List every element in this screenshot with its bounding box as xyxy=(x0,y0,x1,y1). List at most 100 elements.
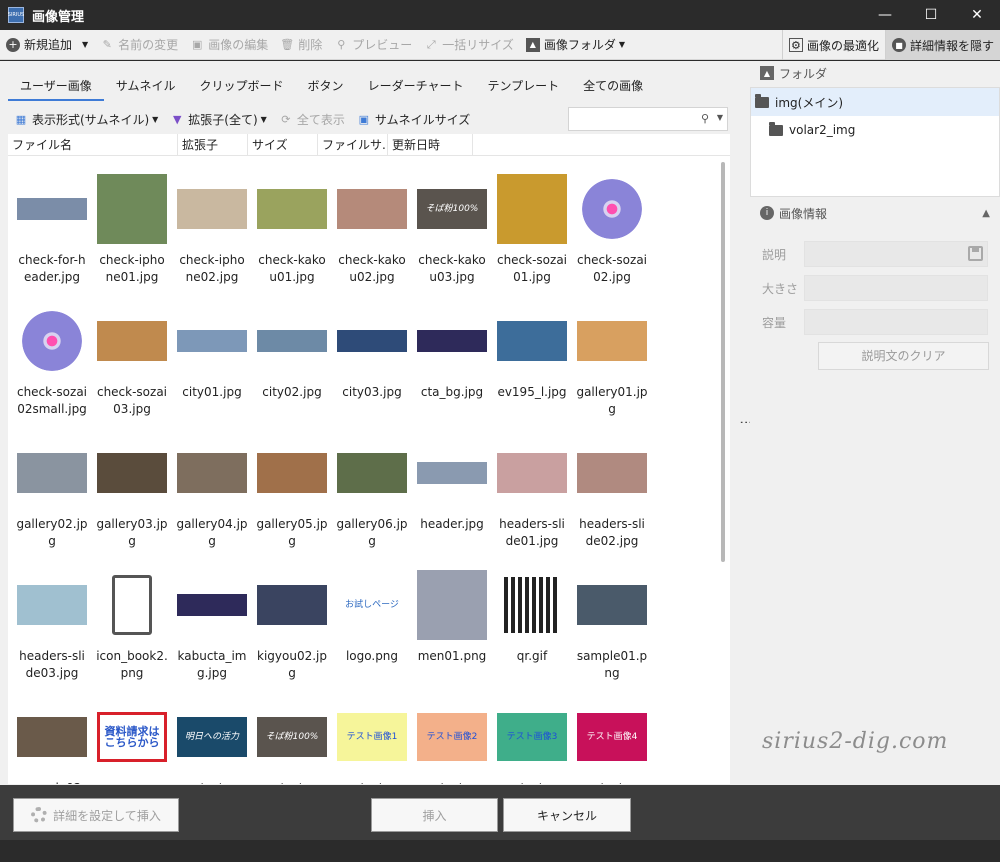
folder-node-volar2[interactable]: volar2_img xyxy=(751,116,999,144)
thumbnail-item[interactable]: check-kakou02.jpg xyxy=(332,174,412,286)
description-field[interactable] xyxy=(804,241,988,267)
thumbnail-item[interactable]: gallery03.jpg xyxy=(92,438,172,550)
thumbnail-image xyxy=(497,174,567,244)
tab-radar-chart[interactable]: レーダーチャート xyxy=(356,73,476,101)
thumbnail-item[interactable]: そば粉100% test xyxy=(252,702,332,784)
thumbnail-item[interactable]: header.jpg xyxy=(412,438,492,533)
thumbnail-item[interactable]: kabucta_img.jpg xyxy=(172,570,252,682)
thumbnail-picture: 明日への活力 xyxy=(177,717,247,757)
thumbnail-item[interactable]: check-for-header.jpg xyxy=(12,174,92,286)
thumbnail-item[interactable]: icon_book2.png xyxy=(92,570,172,682)
thumbnail-item[interactable]: sample02 xyxy=(12,702,92,784)
thumbnail-filename: check-sozai01.jpg xyxy=(496,253,568,284)
thumbnail-item[interactable]: check-kakou01.jpg xyxy=(252,174,332,286)
info-section-header[interactable]: i 画像情報 ▲ xyxy=(750,201,1000,225)
chevron-down-icon[interactable]: ▼ xyxy=(717,113,723,122)
thumbnail-item[interactable]: city02.jpg xyxy=(252,306,332,401)
thumbnail-item[interactable]: cta_bg.jpg xyxy=(412,306,492,401)
thumbnail-item[interactable]: お試しページ logo.png xyxy=(332,570,412,665)
extension-filter-button[interactable]: ▼ 拡張子(全て) ▼ xyxy=(164,105,273,133)
thumbnail-item[interactable]: テスト画像4 test xyxy=(572,702,652,784)
thumbnail-item[interactable]: テスト画像3 test xyxy=(492,702,572,784)
column-modified[interactable]: 更新日時 xyxy=(388,134,473,156)
thumbnail-item[interactable]: headers-slide03.jpg xyxy=(12,570,92,682)
folder-node-main[interactable]: img(メイン) xyxy=(751,88,999,116)
tab-buttons[interactable]: ボタン xyxy=(296,73,356,101)
panel-splitter[interactable]: ⋮ xyxy=(730,61,753,785)
preview-button[interactable]: ⚲ プレビュー xyxy=(328,30,418,60)
minimize-button[interactable]: — xyxy=(862,0,908,30)
insert-button[interactable]: 挿入 xyxy=(371,798,498,832)
thumbnail-item[interactable]: gallery05.jpg xyxy=(252,438,332,550)
hide-details-button[interactable]: ■ 詳細情報を隠す xyxy=(884,30,1000,60)
tab-thumbnails[interactable]: サムネイル xyxy=(104,73,188,101)
optimize-button[interactable]: ⚙ 画像の最適化 xyxy=(781,30,885,60)
rename-button[interactable]: ✎ 名前の変更 xyxy=(94,30,184,60)
column-filename[interactable]: ファイル名 xyxy=(8,134,178,156)
thumbnail-picture: テスト画像4 xyxy=(577,713,647,761)
thumbnail-item[interactable]: headers-slide02.jpg xyxy=(572,438,652,550)
scrollbar-thumb[interactable] xyxy=(721,162,725,562)
view-format-button[interactable]: ▦ 表示形式(サムネイル) ▼ xyxy=(8,105,164,133)
thumbnail-item[interactable]: check-iphone02.jpg xyxy=(172,174,252,286)
thumbnail-item[interactable]: check-sozai01.jpg xyxy=(492,174,572,286)
thumbnail-item[interactable]: テスト画像2 test xyxy=(412,702,492,784)
edit-image-button[interactable]: ▣ 画像の編集 xyxy=(184,30,274,60)
chevron-up-icon[interactable]: ▲ xyxy=(982,208,990,219)
column-extension[interactable]: 拡張子 xyxy=(178,134,248,156)
delete-button[interactable]: 🗑 削除 xyxy=(274,30,328,60)
thumbnail-item[interactable]: city01.jpg xyxy=(172,306,252,401)
thumbnail-item[interactable]: テスト画像1 test xyxy=(332,702,412,784)
clear-description-button[interactable]: 説明文のクリア xyxy=(818,342,989,370)
close-button[interactable]: ✕ xyxy=(954,0,1000,30)
thumbnail-item[interactable]: check-sozai03.jpg xyxy=(92,306,172,418)
thumbnail-item[interactable]: ev195_l.jpg xyxy=(492,306,572,401)
thumbnail-item[interactable]: 明日への活力 test xyxy=(172,702,252,784)
scrollbar[interactable] xyxy=(720,158,726,628)
thumbnail-item[interactable]: gallery01.jpg xyxy=(572,306,652,418)
thumbnail-item[interactable]: check-iphone01.jpg xyxy=(92,174,172,286)
thumbnail-item[interactable]: kigyou02.jpg xyxy=(252,570,332,682)
thumbnail-picture xyxy=(97,321,167,361)
thumbnail-item[interactable]: sample01.png xyxy=(572,570,652,682)
tab-user-images[interactable]: ユーザー画像 xyxy=(8,73,104,101)
thumbnail-item[interactable]: gallery04.jpg xyxy=(172,438,252,550)
cancel-button[interactable]: キャンセル xyxy=(503,798,631,832)
image-folder-button[interactable]: ▲ 画像フォルダ ▼ xyxy=(520,30,631,60)
thumbnail-item[interactable]: gallery06.jpg xyxy=(332,438,412,550)
tab-clipboard[interactable]: クリップボード xyxy=(188,73,296,101)
thumbnail-item[interactable]: men01.png xyxy=(412,570,492,665)
thumbnail-item[interactable]: そば粉100% check-kakou03.jpg xyxy=(412,174,492,286)
thumbnail-item[interactable]: qr.gif xyxy=(492,570,572,665)
new-button[interactable]: + 新規追加 ▼ xyxy=(0,30,94,60)
maximize-button[interactable]: ☐ xyxy=(908,0,954,30)
tab-all-images[interactable]: 全ての画像 xyxy=(571,73,655,101)
show-all-button[interactable]: ⟳ 全て表示 xyxy=(273,105,351,133)
search-box[interactable]: ⚲ ▼ xyxy=(568,107,728,131)
thumbnail-image xyxy=(177,438,247,508)
image-folder-icon: ▲ xyxy=(525,37,540,52)
thumbnail-item[interactable]: headers-slide01.jpg xyxy=(492,438,572,550)
delete-label: 削除 xyxy=(298,38,323,52)
thumbnail-item[interactable]: 資料請求は こちらから spec xyxy=(92,702,172,784)
bulk-resize-button[interactable]: ⤢ 一括リサイズ xyxy=(418,30,520,60)
thumbnail-item[interactable]: check-sozai02.jpg xyxy=(572,174,652,286)
search-icon[interactable]: ⚲ xyxy=(701,112,709,125)
thumbnail-size-button[interactable]: ▣ サムネイルサイズ xyxy=(351,105,476,133)
column-filesize[interactable]: ファイルサ... xyxy=(318,134,388,156)
thumbnail-filename: city02.jpg xyxy=(262,385,322,399)
thumbnail-picture xyxy=(177,594,247,616)
tab-templates[interactable]: テンプレート xyxy=(475,73,571,101)
thumbnail-filename: test xyxy=(332,780,412,784)
thumbnail-item[interactable]: gallery02.jpg xyxy=(12,438,92,550)
column-size[interactable]: サイズ xyxy=(248,134,318,156)
thumbnail-filename: kabucta_img.jpg xyxy=(177,649,247,680)
search-input[interactable] xyxy=(569,108,689,130)
thumbnail-image: テスト画像2 xyxy=(417,702,487,772)
insert-with-details-button[interactable]: 詳細を設定して挿入 xyxy=(13,798,179,832)
save-icon[interactable] xyxy=(968,246,983,261)
thumbnail-filename: cta_bg.jpg xyxy=(420,385,484,399)
thumbnail-item[interactable]: check-sozai02small.jpg xyxy=(12,306,92,418)
thumbnail-item[interactable]: city03.jpg xyxy=(332,306,412,401)
thumbnail-filename: headers-slide01.jpg xyxy=(499,517,565,548)
